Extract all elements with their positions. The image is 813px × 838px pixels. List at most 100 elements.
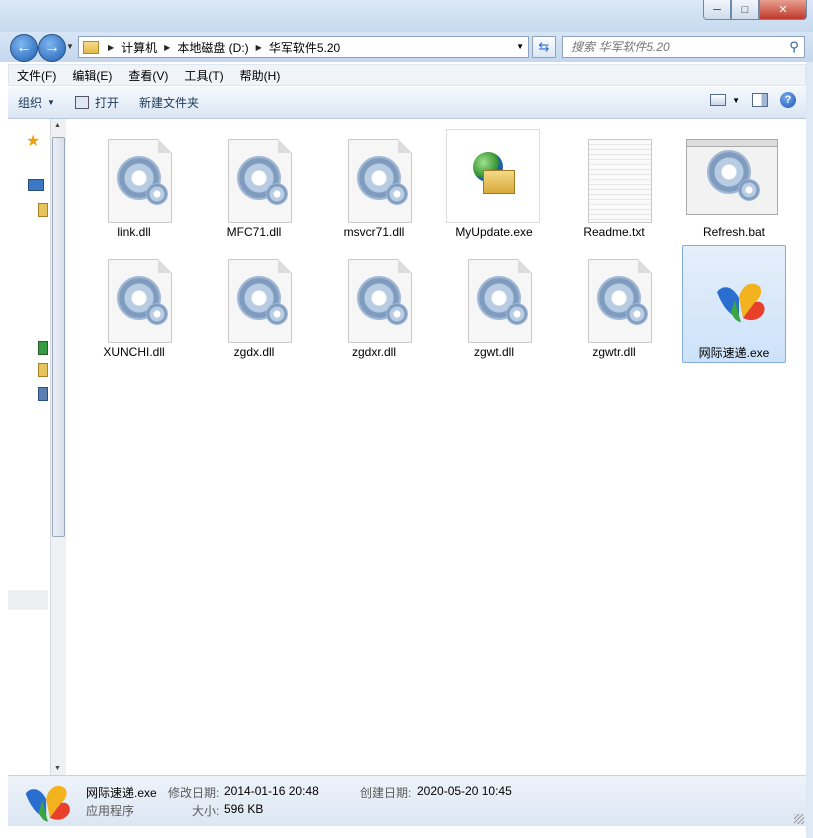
address-bar[interactable]: ▶ 计算机 ▶ 本地磁盘 (D:) ▶ 华军软件5.20 ▼ xyxy=(78,36,529,58)
size-value: 596 KB xyxy=(224,802,264,816)
folders-icon xyxy=(483,170,515,194)
file-item[interactable]: link.dll xyxy=(82,127,186,241)
maximize-button[interactable]: □ xyxy=(731,0,759,20)
created-date-label: 创建日期: xyxy=(360,786,412,800)
scroll-up-icon[interactable]: ▲ xyxy=(54,122,61,129)
help-icon[interactable]: ? xyxy=(780,92,796,108)
dll-file-icon xyxy=(580,255,652,343)
file-item[interactable]: Refresh.bat xyxy=(682,127,786,241)
text-file-icon xyxy=(580,135,652,223)
document-icon xyxy=(348,139,412,223)
view-icon xyxy=(710,94,727,106)
gear-icon xyxy=(739,180,759,200)
page-fold xyxy=(158,139,172,153)
search-input[interactable] xyxy=(563,39,784,55)
chevron-down-icon: ▼ xyxy=(732,95,740,105)
gear-icon xyxy=(387,184,407,204)
organize-label: 组织 xyxy=(18,96,43,110)
open-button[interactable]: 打开 xyxy=(65,87,129,118)
title-bar: ─ □ ✕ xyxy=(0,0,813,32)
library-icon[interactable] xyxy=(38,203,48,217)
file-label: MyUpdate.exe xyxy=(455,225,533,239)
file-label: zgdx.dll xyxy=(233,345,275,359)
chevron-right-icon[interactable]: ▶ xyxy=(256,43,262,52)
network-icon[interactable] xyxy=(38,387,48,401)
menu-help[interactable]: 帮助(H) xyxy=(232,67,289,84)
app-frame xyxy=(446,129,540,223)
search-box[interactable]: ⚲ xyxy=(562,36,805,58)
file-item[interactable]: msvcr71.dll xyxy=(322,127,426,241)
breadcrumb-computer[interactable]: 计算机 xyxy=(121,39,157,56)
file-label: XUNCHI.dll xyxy=(103,345,165,359)
gear-icon xyxy=(147,304,167,324)
resize-grip[interactable] xyxy=(794,814,804,824)
window-bar xyxy=(687,140,777,147)
menu-view[interactable]: 查看(V) xyxy=(120,67,176,84)
file-item[interactable]: Readme.txt xyxy=(562,127,666,241)
new-folder-label: 新建文件夹 xyxy=(138,96,199,110)
close-button[interactable]: ✕ xyxy=(759,0,807,20)
page-fold xyxy=(158,259,172,273)
open-label: 打开 xyxy=(94,96,119,110)
homegroup-icon[interactable] xyxy=(38,341,48,355)
file-label: link.dll xyxy=(117,225,151,239)
dll-file-icon xyxy=(100,135,172,223)
minimize-button[interactable]: ─ xyxy=(703,0,731,20)
refresh-button[interactable]: ⇆ xyxy=(532,36,556,58)
file-item[interactable]: MyUpdate.exe xyxy=(442,127,546,241)
gear-icon xyxy=(507,304,527,324)
butterfly-logo-icon xyxy=(25,785,70,822)
file-label: zgwt.dll xyxy=(473,345,514,359)
scroll-thumb[interactable] xyxy=(52,137,65,537)
favorites-star-icon[interactable]: ★ xyxy=(26,131,40,151)
file-label: zgwtr.dll xyxy=(592,345,636,359)
refresh-icon: ⇆ xyxy=(538,39,550,54)
desktop-icon[interactable] xyxy=(28,179,44,191)
update-exe-icon xyxy=(446,129,542,225)
breadcrumb-current-folder[interactable]: 华军软件5.20 xyxy=(269,39,340,56)
document-icon xyxy=(468,259,532,343)
menu-bar: 文件(F) 编辑(E) 查看(V) 工具(T) 帮助(H) xyxy=(8,64,806,86)
details-file-name: 网际速递.exe xyxy=(86,786,157,800)
file-item[interactable]: MFC71.dll xyxy=(202,127,306,241)
menu-edit[interactable]: 编辑(E) xyxy=(64,67,120,84)
msn-exe-icon xyxy=(693,254,777,342)
breadcrumb-drive-d[interactable]: 本地磁盘 (D:) xyxy=(177,39,248,56)
organize-button[interactable]: 组织 ▼ xyxy=(8,87,65,118)
nav-pane-scrollbar[interactable]: ▲ ▼ xyxy=(50,119,67,775)
gear-icon xyxy=(627,304,647,324)
gear-icon xyxy=(267,304,287,324)
page-fold xyxy=(278,259,292,273)
menu-file[interactable]: 文件(F) xyxy=(9,67,64,84)
document-icon xyxy=(228,139,292,223)
open-app-icon xyxy=(74,96,89,109)
size-label: 大小: xyxy=(192,804,220,818)
file-label: Readme.txt xyxy=(583,225,645,239)
file-item[interactable]: XUNCHI.dll xyxy=(82,247,186,361)
folder-icon[interactable] xyxy=(38,363,48,377)
forward-button[interactable]: → xyxy=(38,34,66,62)
search-icon[interactable]: ⚲ xyxy=(784,39,804,55)
back-button[interactable]: ← xyxy=(10,34,38,62)
new-folder-button[interactable]: 新建文件夹 xyxy=(129,87,209,118)
recent-pages-dropdown-icon[interactable]: ▼ xyxy=(66,42,74,51)
document-icon xyxy=(108,139,172,223)
file-item[interactable]: zgwtr.dll xyxy=(562,247,666,361)
preview-pane-icon[interactable] xyxy=(752,93,768,107)
file-item[interactable]: zgdx.dll xyxy=(202,247,306,361)
menu-tools[interactable]: 工具(T) xyxy=(176,67,231,84)
change-view-button[interactable]: ▼ xyxy=(710,94,740,106)
file-item[interactable]: zgdxr.dll xyxy=(322,247,426,361)
file-item-selected[interactable]: 网际速递.exe xyxy=(682,245,786,363)
modified-date-value: 2014-01-16 20:48 xyxy=(224,784,319,798)
address-dropdown-icon[interactable]: ▼ xyxy=(516,42,524,51)
folder-icon xyxy=(83,40,99,54)
page-fold xyxy=(278,139,292,153)
window-controls: ─ □ ✕ xyxy=(703,0,807,20)
scroll-down-icon[interactable]: ▼ xyxy=(54,765,61,772)
file-item[interactable]: zgwt.dll xyxy=(442,247,546,361)
modified-date-label: 修改日期: xyxy=(168,786,220,800)
chevron-right-icon[interactable]: ▶ xyxy=(108,43,114,52)
chevron-right-icon[interactable]: ▶ xyxy=(164,43,170,52)
file-label: Refresh.bat xyxy=(702,225,766,239)
